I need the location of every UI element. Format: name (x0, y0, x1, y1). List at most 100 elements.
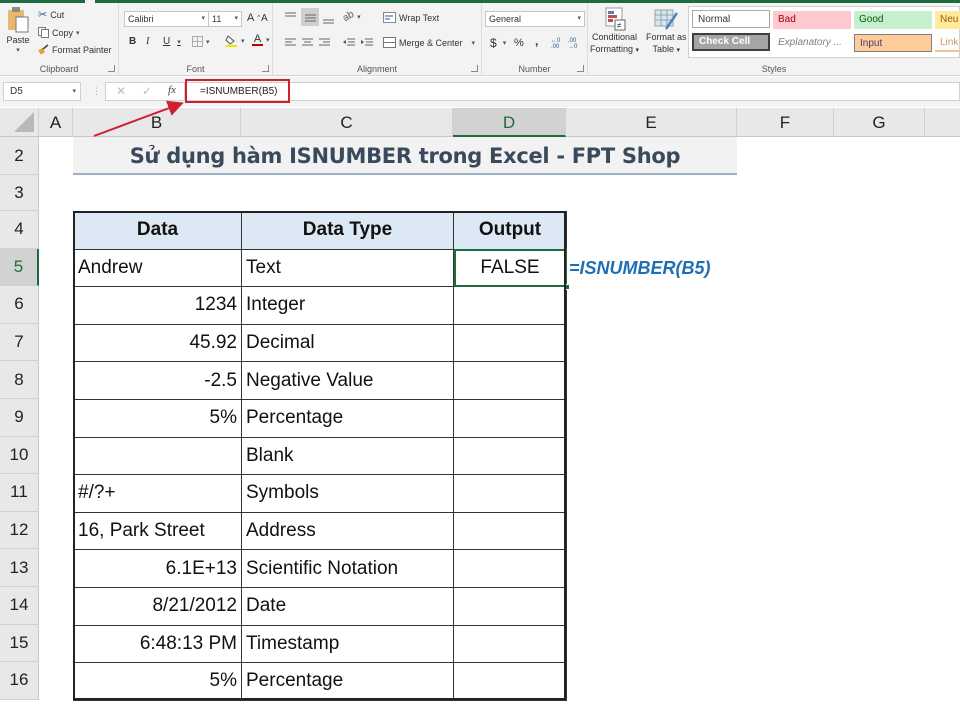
underline-button[interactable]: U ▾ (163, 36, 181, 47)
italic-button[interactable]: I (146, 36, 149, 47)
row-header-16[interactable]: 16 (0, 662, 39, 700)
formula-input[interactable]: =ISNUMBER(B5) (185, 82, 960, 101)
header-data-type[interactable]: Data Type (241, 211, 454, 250)
header-data[interactable]: Data (73, 211, 242, 250)
bold-button[interactable]: B (129, 36, 136, 47)
increase-decimal-button[interactable]: ←0.00 (551, 38, 560, 50)
cell-data[interactable]: #/?+ (73, 474, 242, 513)
cell-data[interactable]: 16, Park Street (73, 511, 242, 551)
fill-color-button[interactable]: ▾ (225, 34, 245, 47)
cell-data-type[interactable]: Address (241, 511, 454, 551)
style-linked-cell[interactable]: Link (935, 34, 960, 52)
comma-button[interactable]: , (535, 34, 538, 48)
fill-handle[interactable] (564, 284, 570, 291)
merge-center-button[interactable]: Merge & Center ▾ (383, 37, 475, 48)
cell-data-type[interactable]: Symbols (241, 474, 454, 513)
row-header-9[interactable]: 9 (0, 399, 39, 437)
style-explanatory[interactable]: Explanatory ... (773, 34, 851, 52)
cell-data[interactable]: 6:48:13 PM (73, 624, 242, 664)
select-all-corner[interactable] (0, 108, 39, 137)
dialog-launcher-icon[interactable] (262, 65, 269, 72)
name-box[interactable]: D5 ▾ (3, 82, 81, 101)
cell-output[interactable] (453, 624, 567, 664)
dialog-launcher-icon[interactable] (108, 65, 115, 72)
row-header-6[interactable]: 6 (0, 286, 39, 324)
sheet-title[interactable]: Sử dụng hàm ISNUMBER trong Excel - FPT S… (73, 137, 737, 175)
row-header-10[interactable]: 10 (0, 436, 39, 475)
row-header-14[interactable]: 14 (0, 587, 39, 625)
cut-button[interactable]: ✂ Cut (38, 8, 64, 21)
cell-output[interactable] (453, 323, 567, 363)
row-header-12[interactable]: 12 (0, 511, 39, 550)
row-header-3[interactable]: 3 (0, 175, 39, 211)
row-header-15[interactable]: 15 (0, 624, 39, 663)
cell-output[interactable] (453, 662, 567, 701)
align-center-button[interactable] (302, 38, 313, 47)
cell-data[interactable]: 6.1E+13 (73, 549, 242, 588)
cell-data-type[interactable]: Date (241, 586, 454, 626)
cell-output[interactable] (453, 436, 567, 476)
style-input[interactable]: Input (854, 34, 932, 52)
cell-data[interactable]: 45.92 (73, 323, 242, 363)
cell-data-type[interactable]: Timestamp (241, 624, 454, 664)
column-header-e[interactable]: E (566, 108, 737, 137)
bottom-align-button[interactable] (323, 16, 334, 25)
column-header-f[interactable]: F (737, 108, 834, 137)
cell-data-type[interactable]: Integer (241, 286, 454, 325)
grow-font-button[interactable]: A ^ (247, 12, 260, 24)
wrap-text-button[interactable]: Wrap Text (383, 12, 439, 23)
dialog-launcher-icon[interactable] (577, 65, 584, 72)
number-format-dropdown[interactable]: General ▾ (485, 11, 585, 27)
font-name-dropdown[interactable]: Calibri ▾ (124, 11, 209, 27)
row-header-4[interactable]: 4 (0, 211, 39, 249)
cell-data[interactable]: -2.5 (73, 361, 242, 400)
shrink-font-button[interactable]: A (261, 13, 268, 24)
cell-output[interactable] (453, 398, 567, 438)
style-bad[interactable]: Bad (773, 11, 851, 29)
cell-data[interactable]: 5% (73, 398, 242, 438)
cell-data-type[interactable]: Blank (241, 436, 454, 476)
enter-check-icon[interactable]: ✓ (142, 84, 152, 98)
row-header-2[interactable]: 2 (0, 137, 39, 175)
cell-output[interactable] (453, 549, 567, 588)
row-header-11[interactable]: 11 (0, 474, 39, 512)
paste-button[interactable]: Paste ▾ (6, 6, 30, 54)
style-normal[interactable]: Normal (692, 10, 770, 28)
borders-button[interactable]: ▾ (192, 36, 210, 47)
cell-data[interactable]: 1234 (73, 286, 242, 325)
cell-output[interactable] (453, 586, 567, 626)
style-neutral[interactable]: Neu (935, 11, 960, 29)
dialog-launcher-icon[interactable] (471, 65, 478, 72)
increase-indent-button[interactable] (361, 38, 373, 47)
cell-output[interactable] (453, 286, 567, 325)
column-header-g[interactable]: G (834, 108, 925, 137)
active-cell-output[interactable]: FALSE (453, 248, 570, 291)
cell-data-type[interactable]: Text (241, 248, 454, 288)
top-align-button[interactable] (285, 12, 296, 21)
decrease-indent-button[interactable] (343, 38, 355, 47)
column-header-c[interactable]: C (241, 108, 453, 137)
style-good[interactable]: Good (854, 11, 932, 29)
cancel-icon[interactable]: ✕ (116, 84, 126, 98)
row-header-13[interactable]: 13 (0, 549, 39, 587)
row-header-7[interactable]: 7 (0, 323, 39, 362)
cell-data[interactable]: 8/21/2012 (73, 586, 242, 626)
style-check-cell[interactable]: Check Cell (692, 33, 770, 51)
cell-data[interactable] (73, 436, 242, 476)
align-left-button[interactable] (285, 38, 296, 47)
row-header-8[interactable]: 8 (0, 361, 39, 399)
cell-data-type[interactable]: Decimal (241, 323, 454, 363)
cell-data[interactable]: 5% (73, 662, 242, 701)
cell-output[interactable] (453, 511, 567, 551)
percent-button[interactable]: % (514, 37, 524, 49)
header-output[interactable]: Output (453, 211, 567, 250)
cell-output[interactable] (453, 361, 567, 400)
conditional-formatting-button[interactable]: ≠ Conditional Formatting ▾ (590, 7, 639, 56)
font-color-button[interactable]: A ▾ (252, 34, 270, 46)
insert-function-icon[interactable]: fx (168, 84, 176, 96)
middle-align-button[interactable] (301, 8, 319, 26)
cell-data-type[interactable]: Percentage (241, 398, 454, 438)
format-painter-button[interactable]: Format Painter (38, 44, 112, 55)
column-header-h[interactable] (925, 108, 960, 137)
column-header-d[interactable]: D (453, 108, 566, 137)
